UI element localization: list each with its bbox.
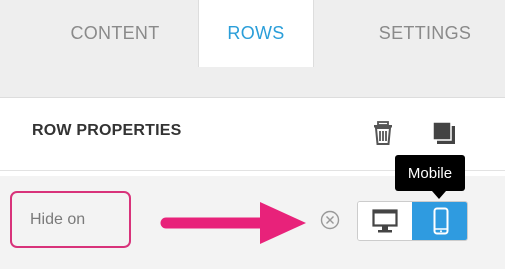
mobile-tooltip: Mobile: [395, 155, 465, 191]
hide-on-label: Hide on: [10, 191, 131, 248]
desktop-button[interactable]: [358, 202, 412, 240]
trash-icon[interactable]: [371, 120, 397, 146]
desktop-icon: [372, 209, 398, 233]
tab-rows[interactable]: ROWS: [198, 0, 314, 67]
tab-bar: CONTENT ROWS SETTINGS: [0, 0, 505, 67]
duplicate-icon[interactable]: [431, 120, 457, 146]
device-toggle-group: [357, 201, 468, 241]
clear-circle-icon[interactable]: [320, 210, 340, 230]
annotation-arrow-icon: [160, 202, 306, 244]
mobile-button[interactable]: [412, 202, 467, 240]
tab-settings[interactable]: SETTINGS: [345, 0, 505, 66]
tab-content[interactable]: CONTENT: [30, 0, 200, 66]
tooltip-arrow: [432, 191, 446, 199]
mobile-icon: [433, 207, 448, 235]
panel-title: ROW PROPERTIES: [32, 122, 182, 139]
